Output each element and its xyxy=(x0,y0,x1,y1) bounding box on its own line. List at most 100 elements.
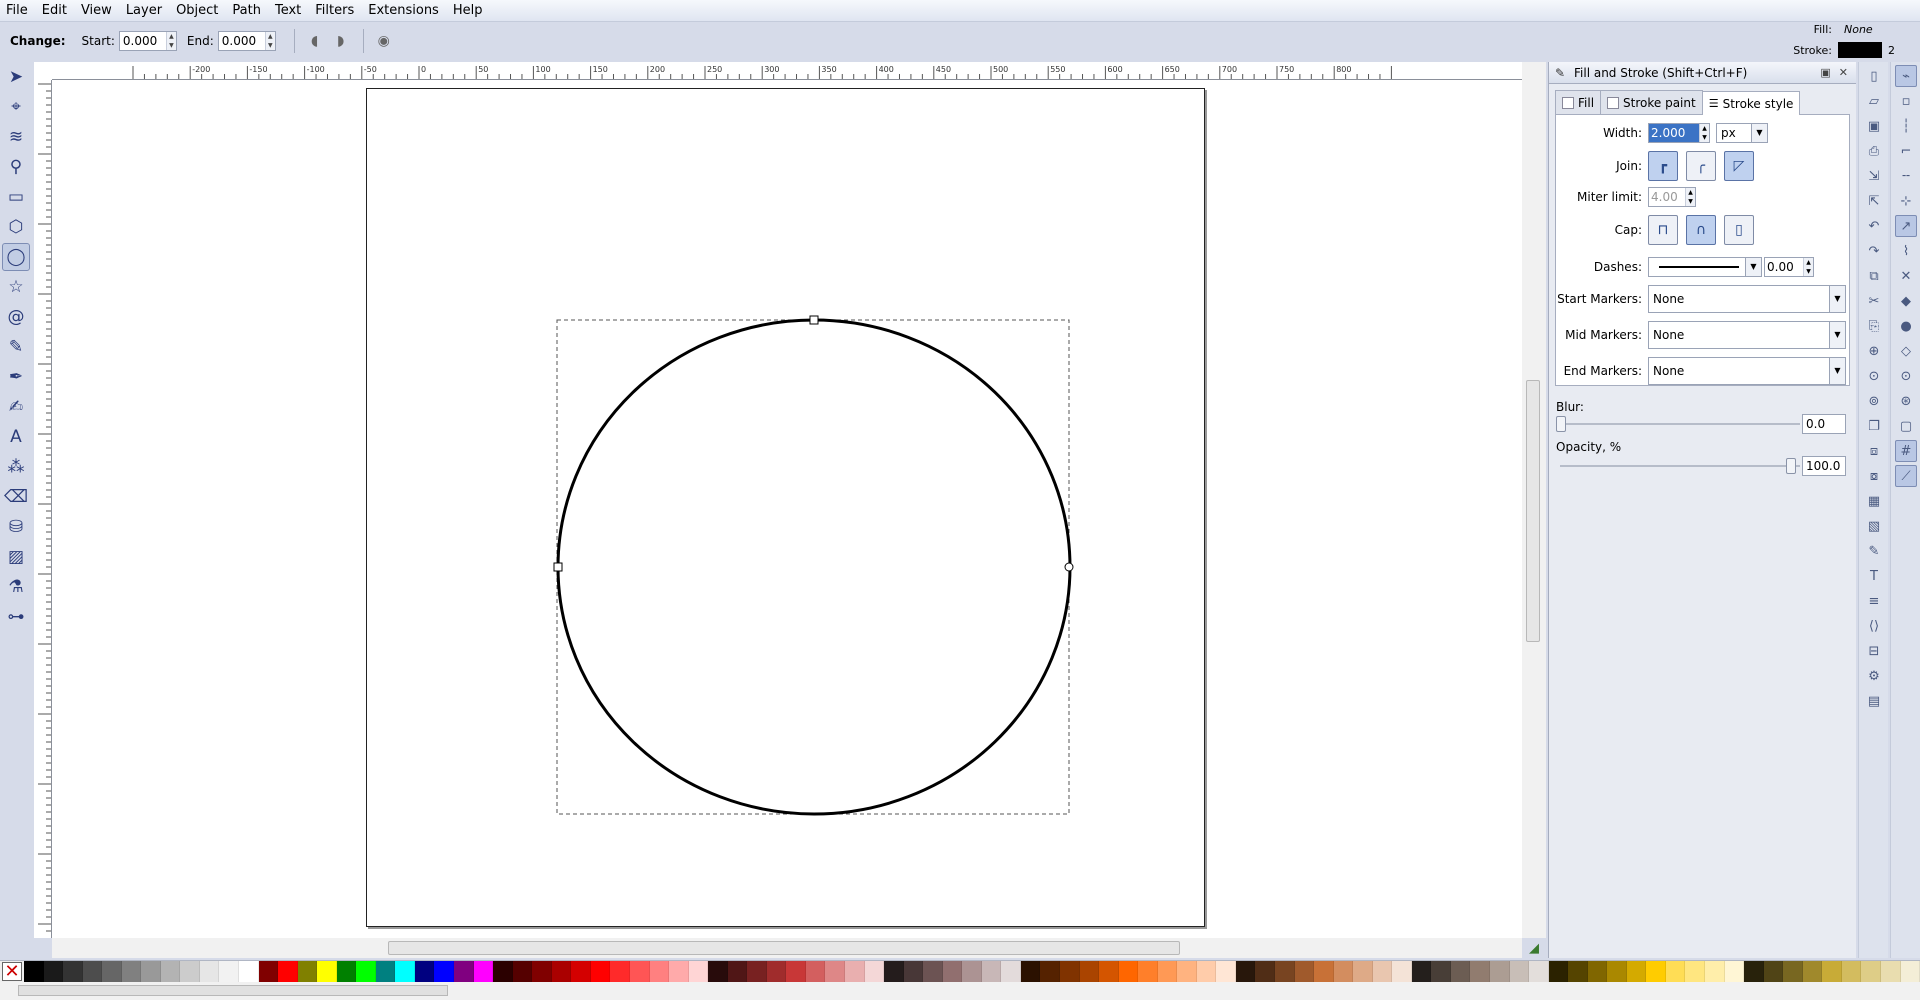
color-swatch[interactable] xyxy=(1646,961,1666,982)
snap-grid-icon[interactable]: # xyxy=(1895,440,1917,462)
color-swatch[interactable] xyxy=(297,961,318,982)
vertical-scroll-thumb[interactable] xyxy=(1526,380,1540,642)
close-icon[interactable]: ✕ xyxy=(1839,66,1848,79)
color-swatch[interactable] xyxy=(1099,961,1119,982)
selector-icon[interactable]: ➤ xyxy=(2,63,30,91)
color-swatch[interactable] xyxy=(727,961,748,982)
color-swatch[interactable] xyxy=(1314,961,1334,982)
snap-guide-icon[interactable]: ⟋ xyxy=(1895,465,1917,487)
copy-icon[interactable]: ⧉ xyxy=(1863,265,1885,287)
horizontal-scrollbar[interactable] xyxy=(52,938,1522,958)
color-swatch[interactable] xyxy=(278,961,298,982)
vertical-scrollbar[interactable] xyxy=(1522,62,1546,938)
color-swatch[interactable] xyxy=(1333,961,1354,982)
color-swatch[interactable] xyxy=(258,961,279,982)
start-angle-spinbox[interactable]: ▲▼ xyxy=(118,31,177,51)
color-swatch[interactable] xyxy=(884,961,904,982)
star-icon[interactable]: ☆ xyxy=(2,273,30,301)
snap-enable-icon[interactable]: ⌁ xyxy=(1895,65,1917,87)
drawing-canvas[interactable] xyxy=(52,80,1522,938)
snap-paths-icon[interactable]: ⌇ xyxy=(1895,240,1917,262)
cut-icon[interactable]: ✂ xyxy=(1863,290,1885,312)
cap-square-button[interactable]: ▯ xyxy=(1724,215,1754,245)
color-swatch[interactable] xyxy=(1294,961,1315,982)
horizontal-scroll-thumb[interactable] xyxy=(388,941,1180,955)
color-swatch[interactable] xyxy=(1763,961,1784,982)
opacity-value[interactable]: 100.0 xyxy=(1802,456,1846,476)
color-swatch[interactable] xyxy=(1353,961,1373,982)
color-swatch[interactable] xyxy=(512,961,533,982)
blur-slider-knob[interactable] xyxy=(1556,416,1566,432)
color-swatch[interactable] xyxy=(317,961,337,982)
menu-help[interactable]: Help xyxy=(446,0,490,22)
join-miter-button[interactable]: ┏ xyxy=(1648,151,1678,181)
width-arrows[interactable]: ▲ ▼ xyxy=(1699,124,1709,142)
color-swatch[interactable] xyxy=(356,961,376,982)
snap-smooth-icon[interactable]: ● xyxy=(1895,315,1917,337)
bucket-icon[interactable]: ⛁ xyxy=(2,513,30,541)
color-swatch[interactable] xyxy=(336,961,357,982)
xml-editor-icon[interactable]: ⟨⟩ xyxy=(1863,615,1885,637)
color-swatch[interactable] xyxy=(1255,961,1275,982)
snap-bbox-midpoint-icon[interactable]: ╌ xyxy=(1895,165,1917,187)
color-swatch[interactable] xyxy=(1802,961,1823,982)
color-swatch[interactable] xyxy=(669,961,689,982)
color-swatch[interactable] xyxy=(1157,961,1178,982)
color-swatch[interactable] xyxy=(395,961,415,982)
zoom-drawing-icon[interactable]: ⊙ xyxy=(1863,365,1885,387)
text-icon[interactable]: A xyxy=(2,423,30,451)
print-icon[interactable]: ⎙ xyxy=(1863,140,1885,162)
color-swatch[interactable] xyxy=(1861,961,1881,982)
color-swatch[interactable] xyxy=(805,961,826,982)
join-round-button[interactable]: ╭ xyxy=(1686,151,1716,181)
color-swatch[interactable] xyxy=(825,961,845,982)
color-swatch[interactable] xyxy=(493,961,513,982)
color-swatch[interactable] xyxy=(1079,961,1100,982)
document-properties-icon[interactable]: ▤ xyxy=(1863,690,1885,712)
color-swatch[interactable] xyxy=(649,961,670,982)
tab-stroke-paint[interactable]: Stroke paint xyxy=(1600,90,1703,114)
menu-extensions[interactable]: Extensions xyxy=(361,0,446,22)
preferences-icon[interactable]: ⚙ xyxy=(1863,665,1885,687)
snap-rotation-center-icon[interactable]: ⊛ xyxy=(1895,390,1917,412)
import-icon[interactable]: ⇲ xyxy=(1863,165,1885,187)
color-swatch[interactable] xyxy=(551,961,572,982)
paste-icon[interactable]: ⎘ xyxy=(1863,315,1885,337)
color-swatch[interactable] xyxy=(1783,961,1803,982)
eraser-icon[interactable]: ⌫ xyxy=(2,483,30,511)
palette-scrollbar[interactable] xyxy=(0,982,1920,1000)
dock-toggle-icon[interactable]: ▣ xyxy=(1820,66,1830,79)
zoom-correction-icon[interactable]: ◢ xyxy=(1522,938,1546,958)
box3d-icon[interactable]: ⬡ xyxy=(2,213,30,241)
color-swatch[interactable] xyxy=(1509,961,1530,982)
gradient-icon[interactable]: ▨ xyxy=(2,543,30,571)
text-font-icon[interactable]: T xyxy=(1863,565,1885,587)
spray-icon[interactable]: ⁂ xyxy=(2,453,30,481)
layers-icon[interactable]: ≡ xyxy=(1863,590,1885,612)
color-swatch[interactable] xyxy=(1431,961,1451,982)
menu-filters[interactable]: Filters xyxy=(308,0,361,22)
color-swatch[interactable] xyxy=(473,961,494,982)
open-icon[interactable]: ▱ xyxy=(1863,90,1885,112)
color-swatch[interactable] xyxy=(962,961,982,982)
dropper-icon[interactable]: ⚗ xyxy=(2,573,30,601)
width-input[interactable] xyxy=(1649,124,1699,142)
color-swatch[interactable] xyxy=(219,961,240,982)
ellipse-handle-top[interactable] xyxy=(809,315,819,325)
width-spinbox[interactable]: ▲▼ xyxy=(1648,123,1710,143)
tab-fill[interactable]: Fill xyxy=(1555,90,1602,114)
snap-bbox-icon[interactable]: ▫ xyxy=(1895,90,1917,112)
end-markers-select[interactable]: None ▼ xyxy=(1648,357,1846,385)
menu-file[interactable]: File xyxy=(0,0,35,22)
color-swatch[interactable] xyxy=(1685,961,1706,982)
end-angle-input[interactable] xyxy=(218,32,265,50)
color-swatch[interactable] xyxy=(532,961,552,982)
color-swatch[interactable] xyxy=(1118,961,1139,982)
color-swatch[interactable] xyxy=(434,961,455,982)
save-icon[interactable]: ▣ xyxy=(1863,115,1885,137)
make-whole-icon[interactable]: ◉ xyxy=(372,29,396,53)
redo-icon[interactable]: ↷ xyxy=(1863,240,1885,262)
opacity-slider-knob[interactable] xyxy=(1786,458,1796,474)
color-swatch[interactable] xyxy=(571,961,591,982)
color-swatch[interactable] xyxy=(1529,961,1549,982)
